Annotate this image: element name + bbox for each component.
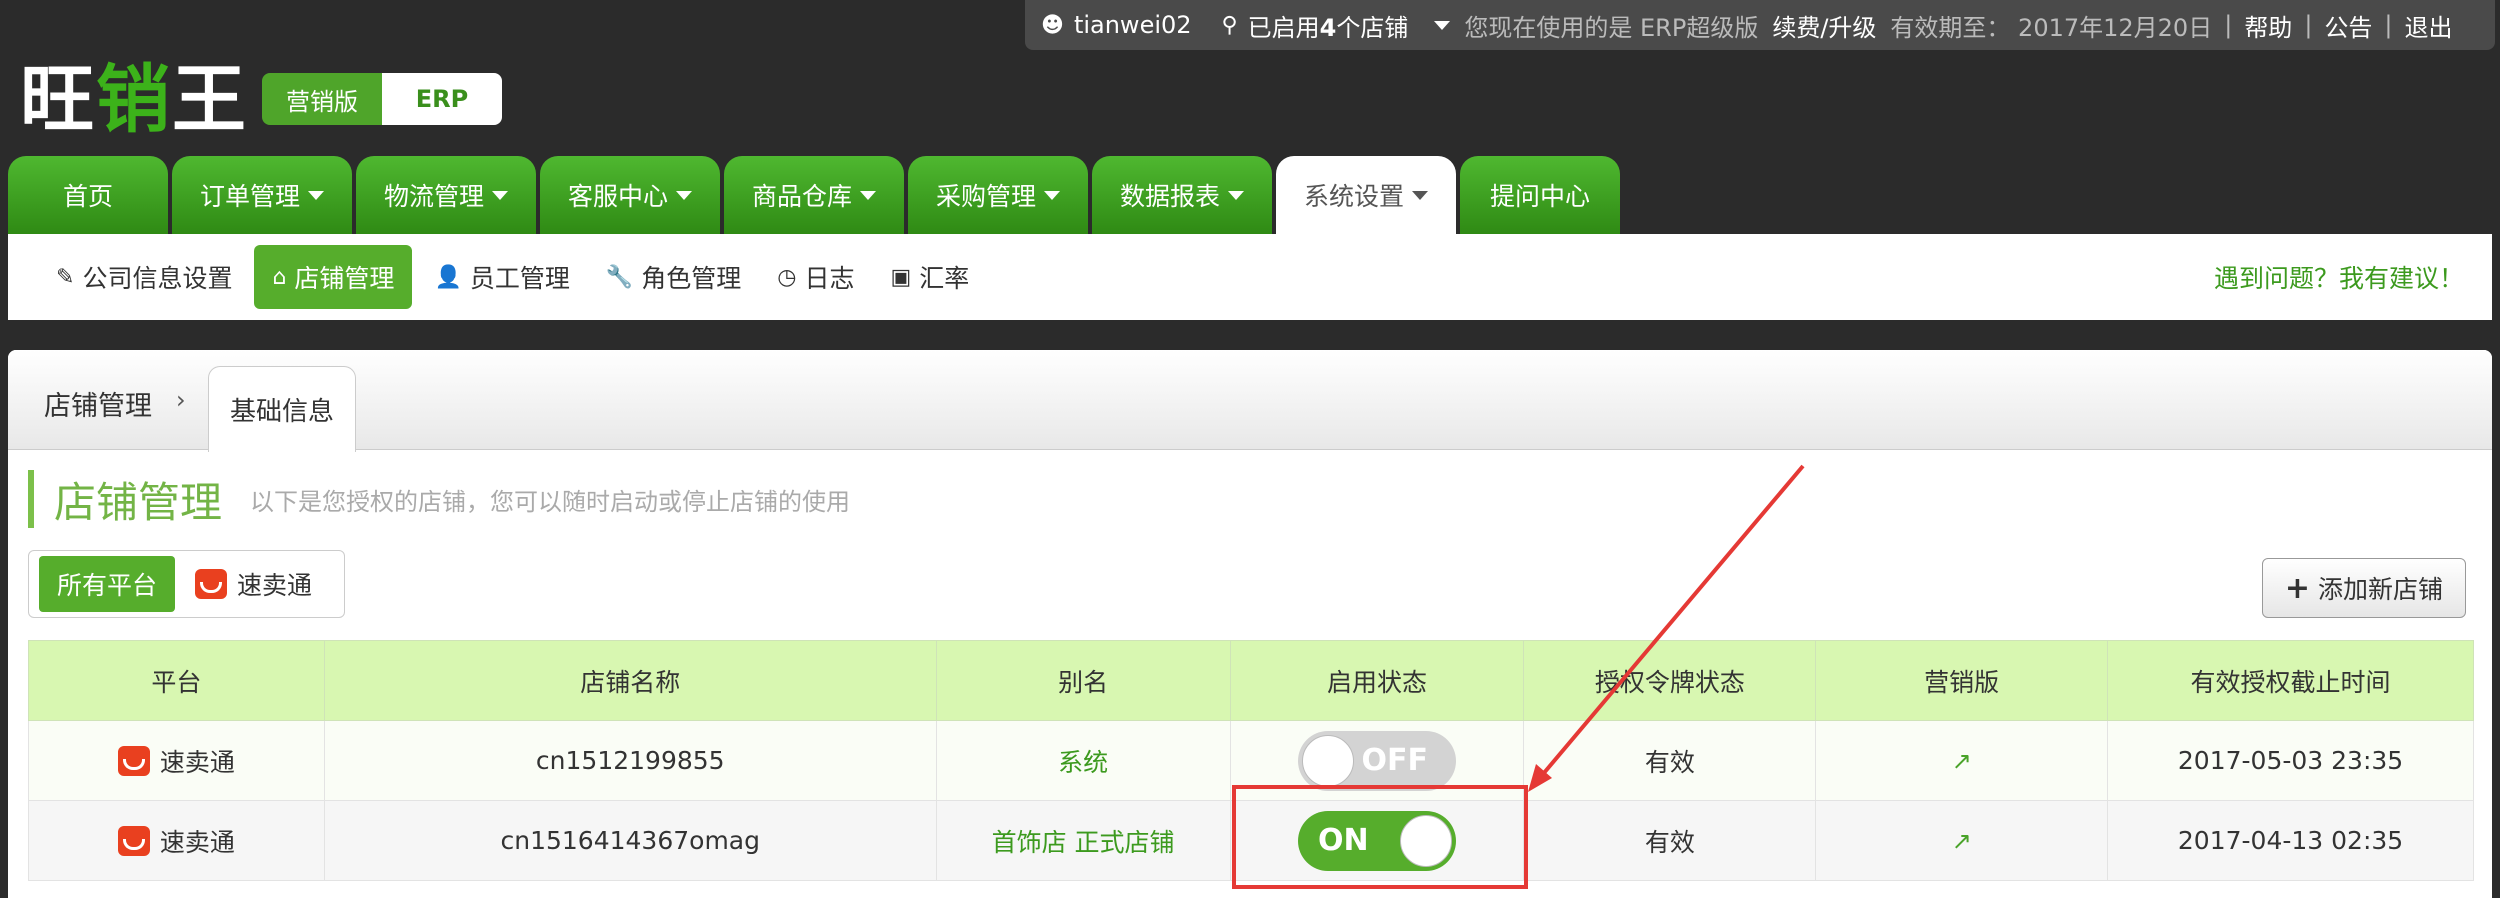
expiry-time: 2017-05-03 23:35 [2107,720,2474,801]
expiry-text: 有效期至： 2017年12月20日 [1890,13,2213,42]
edit-icon: ✎ [56,264,75,290]
column-header: 有效授权截止时间 [2107,640,2474,721]
chevron-down-icon [1412,190,1428,200]
chevron-down-icon[interactable] [1434,20,1451,30]
external-link-icon[interactable]: ↗ [1952,827,1972,855]
wrench-icon: 🔧 [605,264,634,290]
help-link[interactable]: 帮助 [2244,8,2292,43]
subnav-item-0[interactable]: ✎ 公司信息设置 [56,259,232,295]
sub-nav: ✎ 公司信息设置 ⌂ 店铺管理 👤 员工管理 🔧 角色管理 ◷ 日志 ▣ 汇率 遇到问题？我有建议！ [8,234,2492,320]
breadcrumb-root[interactable]: 店铺管理 [44,384,152,423]
shops-dropdown[interactable]: 已启用4个店铺 [1248,8,1409,43]
expiry-time: 2017-04-13 02:35 [2107,800,2474,881]
breadcrumb: 店铺管理 › 基础信息 [8,350,2492,452]
alias-link[interactable]: 首饰店 正式店铺 [992,828,1175,857]
nav-tab-2[interactable]: 物流管理 [356,156,536,234]
chevron-down-icon [308,190,324,200]
chevron-down-icon [492,190,508,200]
token-status: 有效 [1523,800,1817,881]
column-header: 启用状态 [1229,640,1525,721]
nav-tab-3[interactable]: 客服中心 [540,156,720,234]
aliexpress-icon [117,825,150,856]
subnav-item-5[interactable]: ▣ 汇率 [891,259,970,295]
filter-all-platforms[interactable]: 所有平台 [39,556,176,612]
money-icon: ▣ [890,264,912,290]
column-header: 别名 [935,640,1231,721]
version-text: 您现在使用的是 ERP超级版 [1464,13,1759,42]
external-link-icon[interactable]: ↗ [1952,747,1972,775]
chevron-down-icon [1228,190,1244,200]
aliexpress-icon [117,745,150,776]
chevron-down-icon [676,190,692,200]
logout-link[interactable]: 退出 [2405,8,2453,43]
subnav-item-1[interactable]: ⌂ 店铺管理 [254,245,413,309]
plus-icon: + [2284,570,2310,606]
marketing-cell: ↗ [1815,720,2109,801]
feedback-link[interactable]: 遇到问题？我有建议！ [2214,259,2464,295]
alias-link[interactable]: 系统 [1058,748,1108,777]
subnav-item-4[interactable]: ◷ 日志 [777,259,854,295]
subnav-item-3[interactable]: 🔧 角色管理 [606,259,741,295]
shop-name: cn1512199855 [323,720,937,801]
chevron-down-icon [1044,190,1060,200]
user-icon: ☻ [1041,12,1064,38]
token-status: 有效 [1523,720,1817,801]
renew-link[interactable]: 续费/升级 [1772,8,1876,43]
platform-cell: 速卖通 [28,720,325,801]
column-header: 授权令牌状态 [1523,640,1817,721]
column-header: 营销版 [1815,640,2109,721]
toggle-knob [1301,734,1354,787]
edition-erp[interactable]: ERP [382,73,502,125]
nav-tab-8[interactable]: 提问中心 [1460,156,1620,234]
key-icon: ⚲ [1221,12,1238,38]
clock-icon: ◷ [777,264,797,290]
chevron-down-icon [860,190,876,200]
tab-basic-info[interactable]: 基础信息 [208,366,356,452]
page-title-block: 店铺管理 以下是您授权的店铺，您可以随时启动或停止店铺的使用 [28,470,850,528]
column-header: 店铺名称 [323,640,937,721]
aliexpress-icon [195,569,228,599]
user-icon: 👤 [434,264,462,290]
home-icon: ⌂ [272,264,287,290]
nav-tab-0[interactable]: 首页 [8,156,168,234]
nav-tab-7[interactable]: 系统设置 [1276,156,1456,234]
add-shop-button[interactable]: + 添加新店铺 [2261,558,2466,618]
logo: 旺销王 [20,57,248,143]
page-description: 以下是您授权的店铺，您可以随时启动或停止店铺的使用 [250,487,851,516]
nav-tab-6[interactable]: 数据报表 [1092,156,1272,234]
platform-cell: 速卖通 [28,800,325,881]
highlight-box [1232,785,1528,889]
nav-tab-4[interactable]: 商品仓库 [724,156,904,234]
nav-tab-5[interactable]: 采购管理 [908,156,1088,234]
platform-filter: 所有平台 速卖通 [28,550,346,618]
edition-marketing[interactable]: 营销版 [262,73,382,125]
nav-tab-1[interactable]: 订单管理 [172,156,352,234]
shop-name: cn1516414367omag [323,800,937,881]
filter-aliexpress[interactable]: 速卖通 [195,566,334,602]
alias-cell: 首饰店 正式店铺 [935,800,1231,881]
subnav-item-2[interactable]: 👤 员工管理 [434,259,569,295]
chevron-right-icon: › [176,386,186,414]
edition-switch: 营销版 ERP [262,73,502,125]
marketing-cell: ↗ [1815,800,2109,881]
column-header: 平台 [28,640,325,721]
alias-cell: 系统 [935,720,1231,801]
user-bar: ☻ tianwei02 ⚲ 已启用4个店铺 您现在使用的是 ERP超级版 续费/… [1025,0,2495,50]
main-nav: 首页 订单管理 物流管理 客服中心 商品仓库 采购管理 数据报表 系统设置 提问中心 [8,156,1624,234]
username[interactable]: tianwei02 [1074,11,1192,39]
page-title: 店铺管理 [54,477,223,527]
notice-link[interactable]: 公告 [2324,8,2372,43]
enable-toggle[interactable]: OFF [1297,730,1456,791]
